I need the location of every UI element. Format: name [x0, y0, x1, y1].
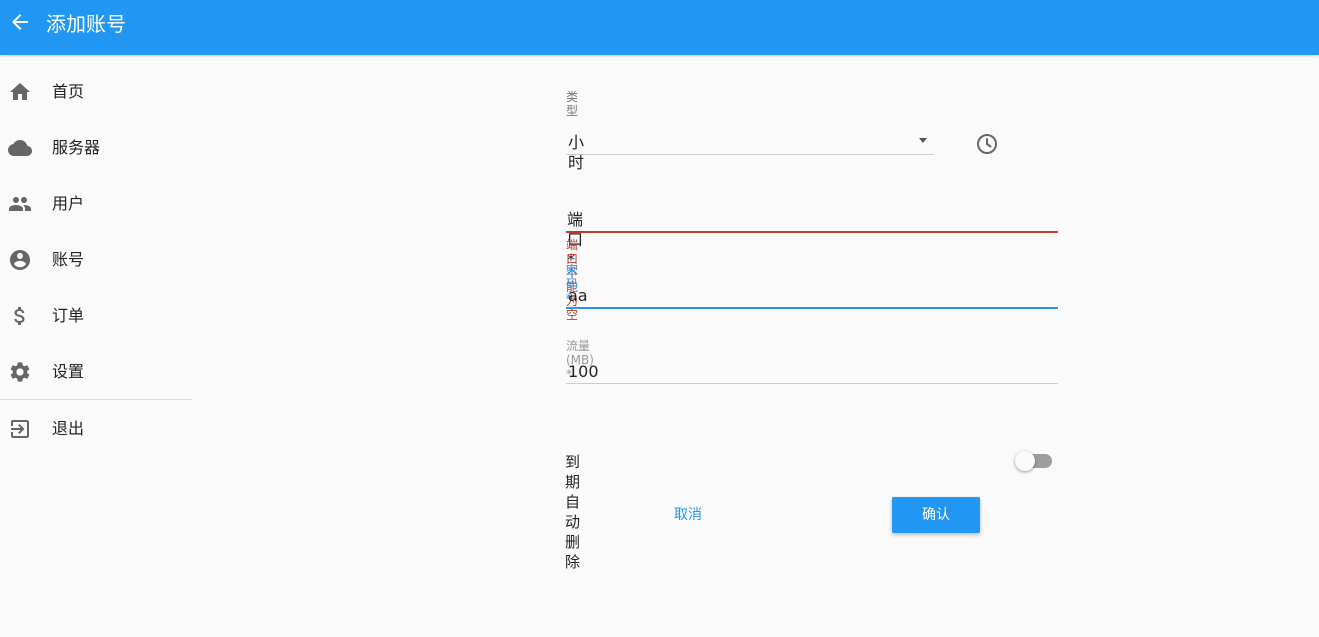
- sidebar-item-label: 首页: [52, 82, 85, 101]
- password-input[interactable]: aa: [568, 286, 588, 306]
- toggle-knob[interactable]: [1015, 451, 1035, 471]
- sidebar-item-servers[interactable]: 服务器: [0, 124, 192, 172]
- sidebar-item-label: 退出: [52, 419, 85, 438]
- sidebar-item-settings[interactable]: 设置: [0, 348, 192, 396]
- sidebar-item-label: 服务器: [52, 138, 101, 157]
- sidebar-item-label: 账号: [52, 250, 85, 269]
- sidebar-item-logout[interactable]: 退出: [0, 405, 192, 453]
- type-underline: [566, 154, 934, 155]
- sidebar-item-label: 用户: [52, 194, 85, 213]
- sidebar-item-accounts[interactable]: 账号: [0, 236, 192, 284]
- sidebar-item-home[interactable]: 首页: [0, 68, 192, 116]
- chevron-down-icon: [919, 138, 927, 143]
- sidebar-item-label: 设置: [52, 362, 85, 381]
- cloud-icon: [8, 136, 32, 160]
- people-icon: [8, 192, 32, 216]
- page-title: 添加账号: [46, 12, 126, 36]
- traffic-underline: [566, 383, 1058, 384]
- port-input[interactable]: [566, 206, 1058, 232]
- password-underline: [566, 307, 1058, 309]
- clock-icon[interactable]: [975, 132, 999, 156]
- arrow-back-icon[interactable]: [8, 10, 32, 34]
- port-underline: [566, 231, 1058, 233]
- sidebar-item-users[interactable]: 用户: [0, 180, 192, 228]
- cancel-button[interactable]: 取消: [644, 497, 732, 533]
- type-select[interactable]: [566, 128, 934, 156]
- auto-delete-label: 到期自动删除: [565, 453, 581, 571]
- app-bar: 添加账号: [0, 0, 1319, 55]
- account-circle-icon: [8, 248, 32, 272]
- exit-icon: [8, 417, 32, 441]
- dollar-icon: [8, 304, 32, 328]
- home-icon: [8, 80, 32, 104]
- sidebar-item-orders[interactable]: 订单: [0, 292, 192, 340]
- sidebar: 首页 服务器 用户 账号 订单 设置 退出: [0, 55, 192, 637]
- type-label: 类型: [566, 90, 579, 118]
- traffic-input[interactable]: 100: [568, 362, 599, 382]
- sidebar-divider: [0, 399, 192, 400]
- confirm-button[interactable]: 确认: [892, 497, 980, 533]
- sidebar-item-label: 订单: [52, 306, 85, 325]
- type-select-value: 小时: [568, 133, 585, 172]
- gear-icon: [8, 360, 32, 384]
